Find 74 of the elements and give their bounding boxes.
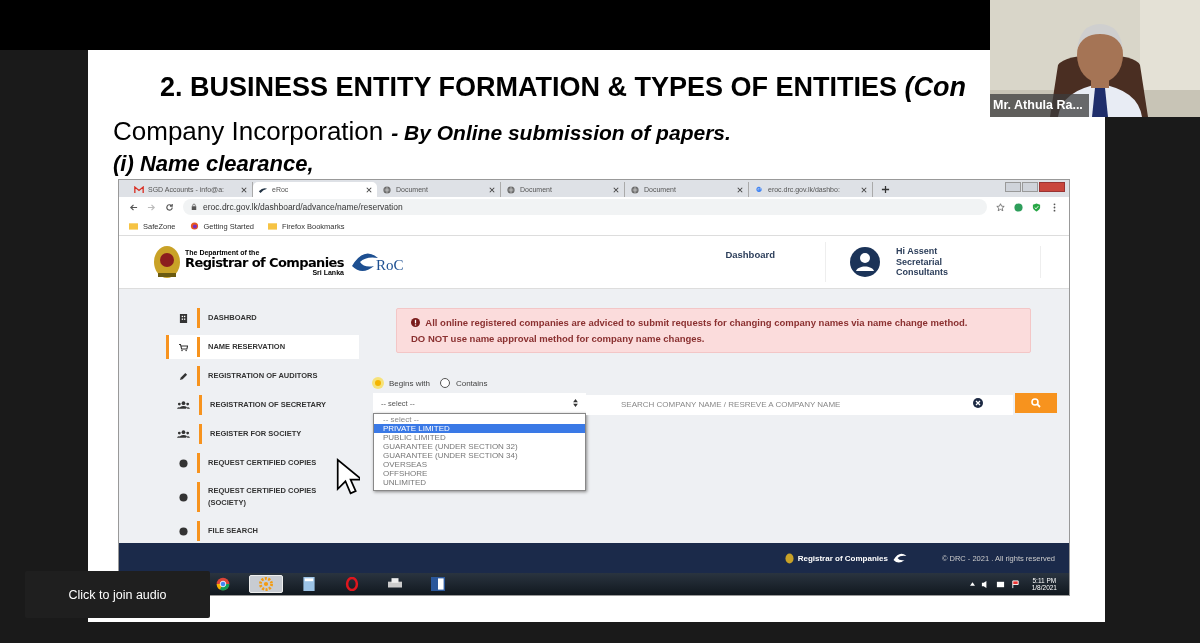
globe-icon (382, 185, 392, 194)
radio-button[interactable] (439, 378, 450, 389)
globe-icon (506, 185, 516, 194)
close-icon[interactable] (489, 186, 495, 193)
window-controls[interactable] (1005, 182, 1065, 192)
slide-title: 2. BUSINESS ENTITY FORMATION & TYPES OF ENTITIES (Con (160, 72, 967, 104)
reload-icon[interactable] (165, 202, 174, 212)
address-bar[interactable]: eroc.drc.gov.lk/dashboard/advance/name/reservation (183, 199, 987, 215)
folder-icon (268, 222, 277, 230)
google-icon (754, 185, 764, 194)
network-icon[interactable] (995, 579, 1005, 589)
browser-icon (216, 577, 230, 591)
printer-icon (388, 577, 402, 591)
cart-icon (179, 342, 188, 352)
pointer-icon (336, 458, 360, 496)
firefox-icon (189, 222, 199, 230)
flag-icon[interactable] (1010, 579, 1020, 589)
building-icon (179, 313, 188, 323)
user-avatar-icon[interactable] (850, 247, 880, 277)
search-icon (1031, 398, 1041, 409)
radio-option[interactable]: Contains (439, 378, 488, 389)
alert-message: All online registered companies are adviced to submit requests for changing company names via name change method. DO NOT use name approval method for company name changes. (396, 308, 1031, 354)
opera-icon (345, 577, 359, 591)
lock-icon (191, 203, 197, 211)
mail-icon (134, 185, 144, 194)
new-tab-icon[interactable] (881, 185, 890, 194)
radio-option[interactable]: Begins with (373, 378, 430, 389)
document-icon (431, 577, 445, 591)
slide-subheading: - By Online submission of papers. (391, 121, 731, 145)
seal-icon (179, 458, 188, 468)
logo-text: RoC (375, 257, 404, 274)
user-name: Hi Assent Secretarial Consultants (896, 246, 949, 278)
close-icon[interactable] (366, 186, 372, 193)
search-field[interactable]: SEARCH COMPANY NAME / RESREVE A COMPANY NAME (586, 394, 1013, 415)
close-icon[interactable] (737, 186, 743, 193)
dropdown-option[interactable]: OFFSHORE (374, 469, 585, 479)
star-icon[interactable] (996, 202, 1005, 212)
pen-icon (179, 371, 188, 381)
group-icon (177, 430, 190, 438)
folder-icon (129, 222, 138, 230)
gear-icon (259, 577, 273, 591)
shield-icon[interactable] (1032, 202, 1041, 212)
tooltip[interactable]: Click to join audio (25, 571, 210, 618)
calculator-icon (302, 577, 316, 591)
close-icon[interactable] (241, 186, 247, 193)
dropdown-option[interactable]: PRIVATE LIMITED (374, 424, 585, 434)
warning-icon (411, 318, 420, 327)
footer-logo-text: Registrar of Companies (797, 553, 888, 563)
seal-icon (179, 526, 188, 536)
dropdown-option[interactable]: UNLIMITED (374, 478, 585, 488)
back-icon[interactable] (129, 202, 138, 212)
slide-heading: Company Incorporation (113, 116, 384, 147)
seal-icon (179, 492, 188, 502)
logo-icon (258, 185, 268, 194)
dropdown-option[interactable]: GUARANTEE (UNDER SECTION 34) (374, 451, 585, 461)
dropdown-option[interactable]: -- select -- (374, 415, 585, 425)
slide-step: (i) Name clearance, (113, 151, 314, 177)
dashboard-link[interactable]: Dashboard (725, 242, 826, 282)
close-icon[interactable] (613, 186, 619, 193)
logo-title: Registrar of Companies (185, 255, 344, 269)
extension-icon[interactable] (1014, 202, 1023, 212)
swoosh-logo (891, 552, 908, 564)
close-icon[interactable] (861, 186, 867, 193)
tray-arrow-icon[interactable] (969, 582, 975, 586)
sort-arrows-icon (573, 399, 578, 408)
group-icon (177, 401, 190, 409)
emblem-logo (152, 245, 182, 279)
emblem-logo (784, 552, 794, 564)
dropdown-option[interactable]: GUARANTEE (UNDER SECTION 32) (374, 442, 585, 452)
globe-icon (630, 185, 640, 194)
dropdown-option[interactable]: PUBLIC LIMITED (374, 433, 585, 443)
clear-icon[interactable] (973, 398, 983, 409)
dropdown-option[interactable]: OVERSEAS (374, 460, 585, 470)
participant-name: Mr. Athula Ra... (990, 94, 1089, 117)
